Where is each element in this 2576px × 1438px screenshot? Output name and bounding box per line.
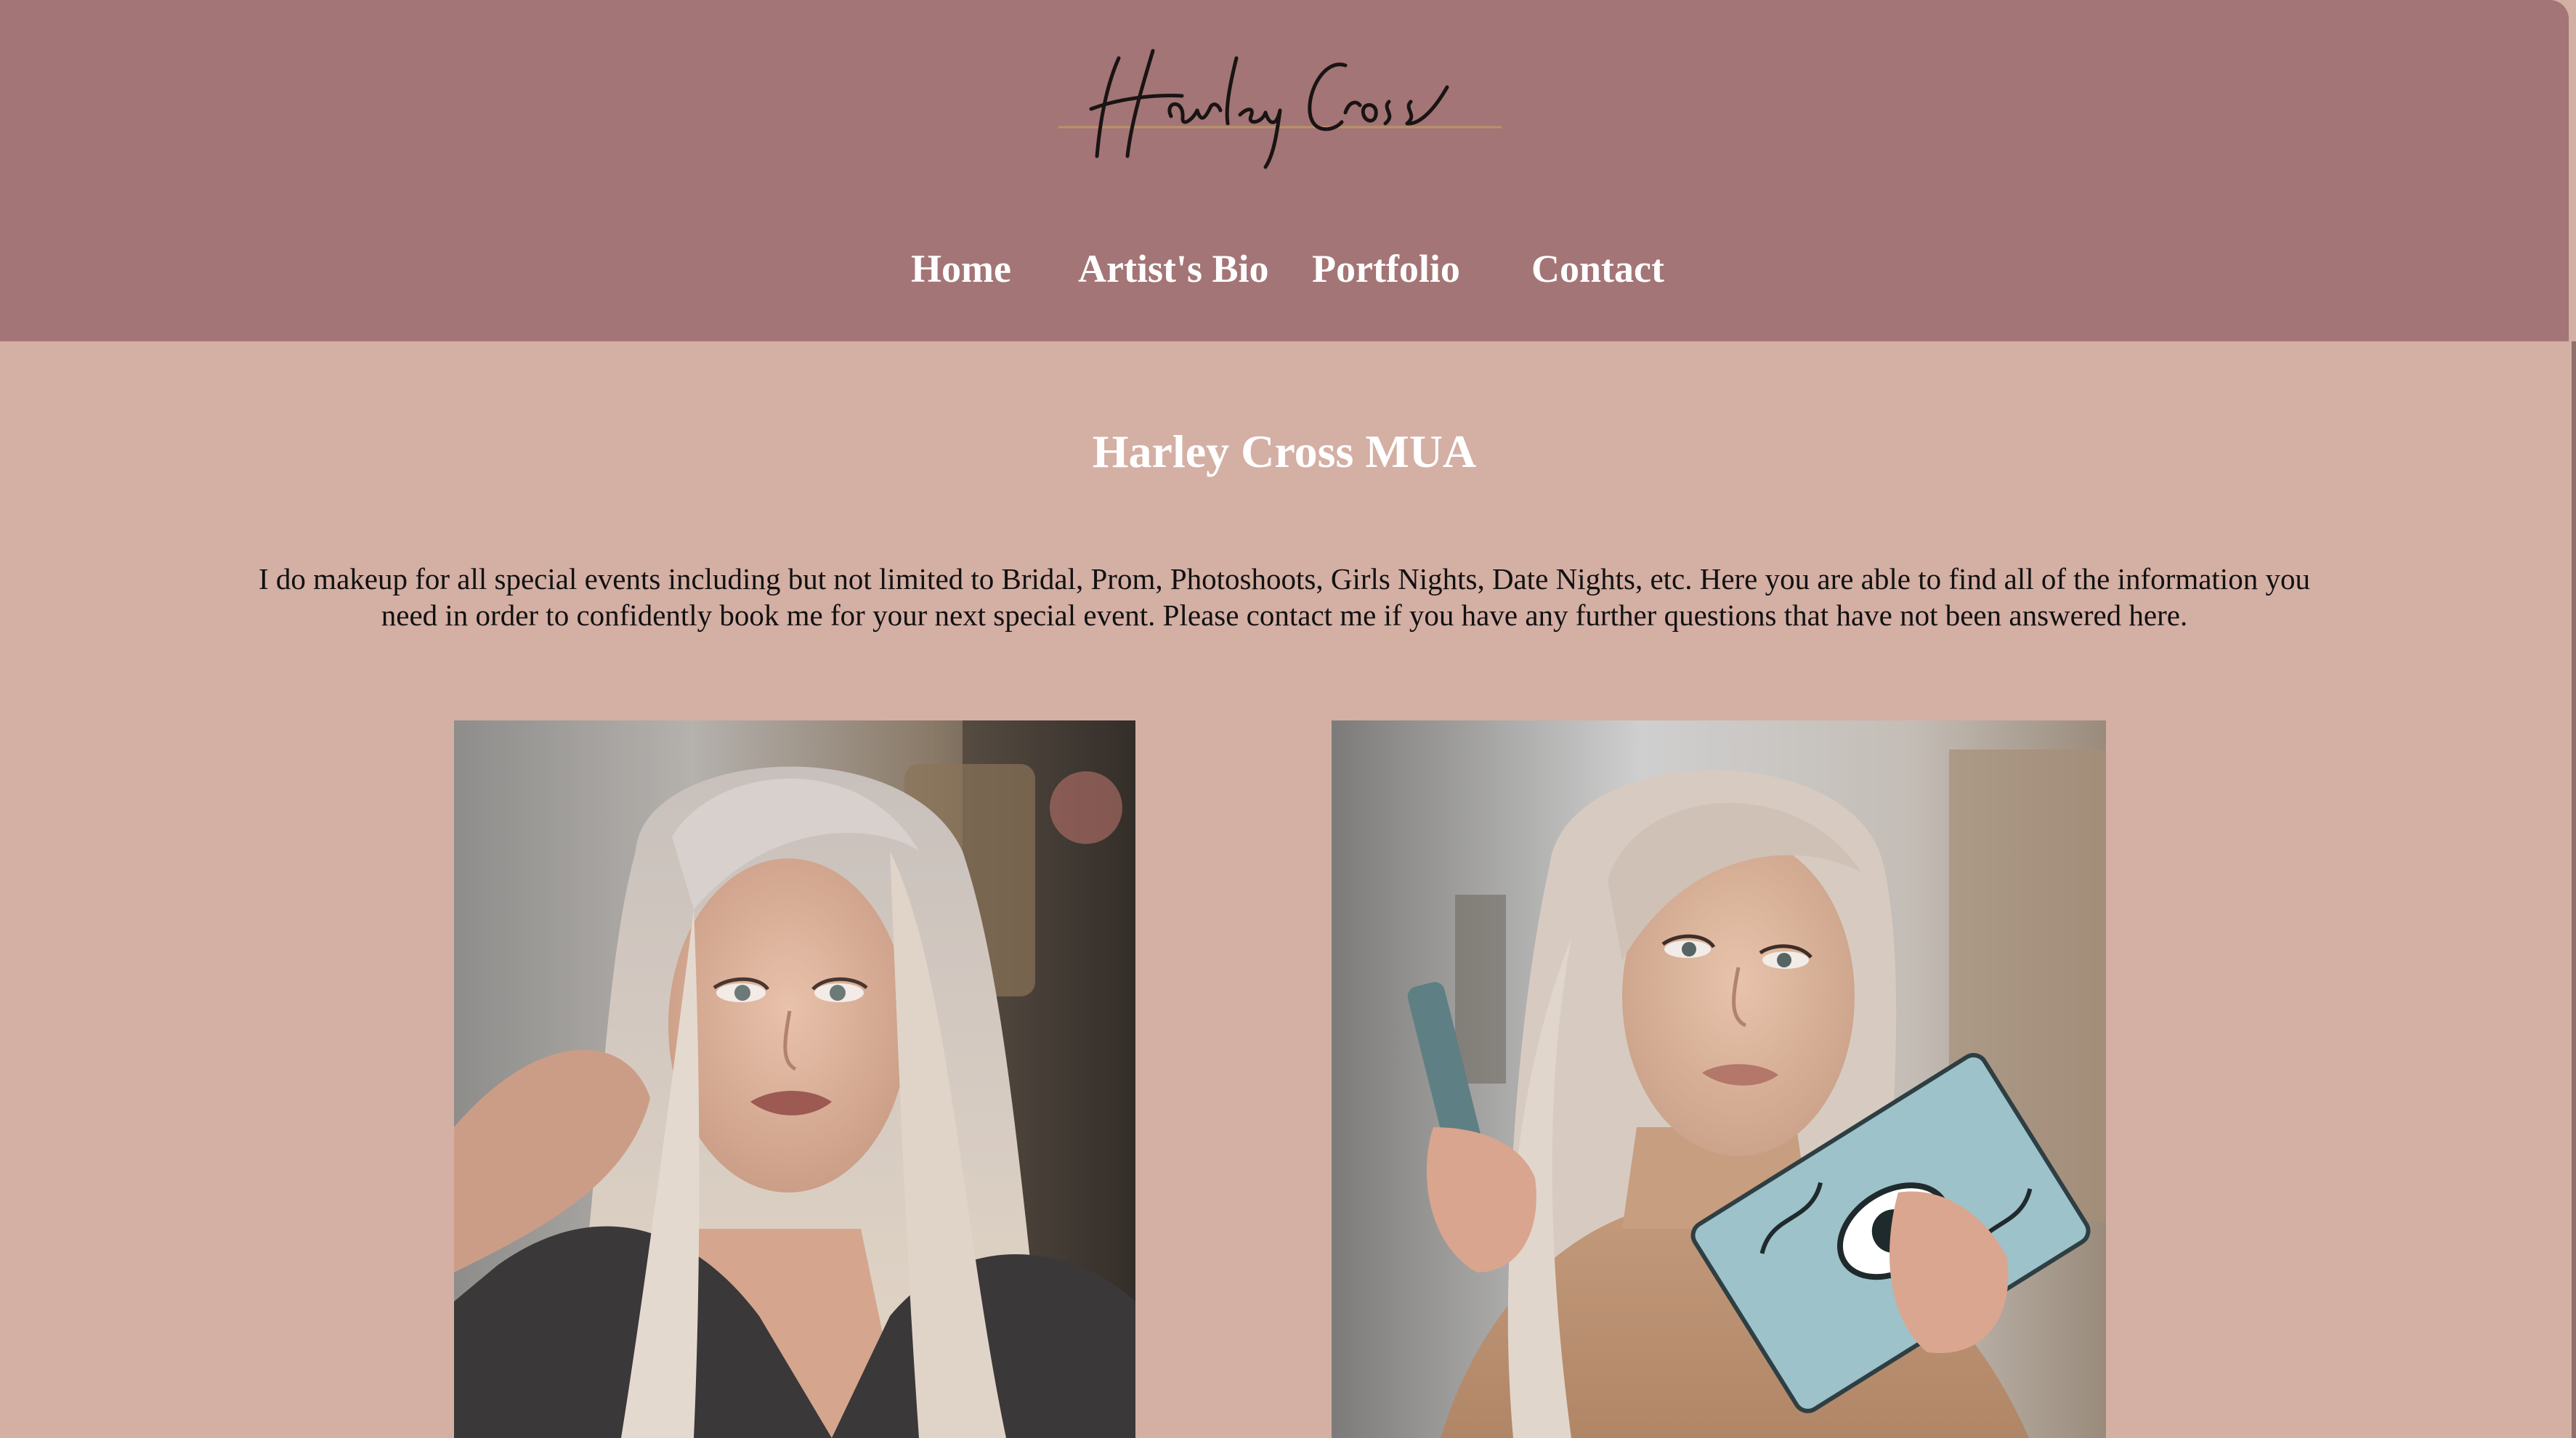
nav-home-link[interactable]: Home	[911, 240, 1011, 298]
nav-artists-bio-link[interactable]: Artist's Bio	[1078, 240, 1269, 298]
page-title: Harley Cross MUA	[1092, 426, 1477, 477]
page: Home Artist's Bio Portfolio Contact Harl…	[0, 0, 2576, 1438]
nav-portfolio-link[interactable]: Portfolio	[1312, 240, 1460, 298]
main-nav: Home Artist's Bio Portfolio Contact	[0, 240, 2569, 298]
portrait-with-palette-image-icon	[1332, 720, 2106, 1438]
site-logo[interactable]	[1055, 29, 1505, 174]
intro-paragraph: I do makeup for all special events inclu…	[259, 562, 2310, 632]
portfolio-photo-right[interactable]	[1332, 720, 2106, 1438]
logo-signature-icon	[1058, 49, 1502, 169]
portfolio-photo-left[interactable]	[454, 720, 1135, 1438]
window-edge	[2572, 341, 2576, 1438]
site-header: Home Artist's Bio Portfolio Contact	[0, 0, 2569, 341]
nav-contact-link[interactable]: Contact	[1531, 240, 1664, 298]
portrait-image-icon	[454, 720, 1135, 1438]
